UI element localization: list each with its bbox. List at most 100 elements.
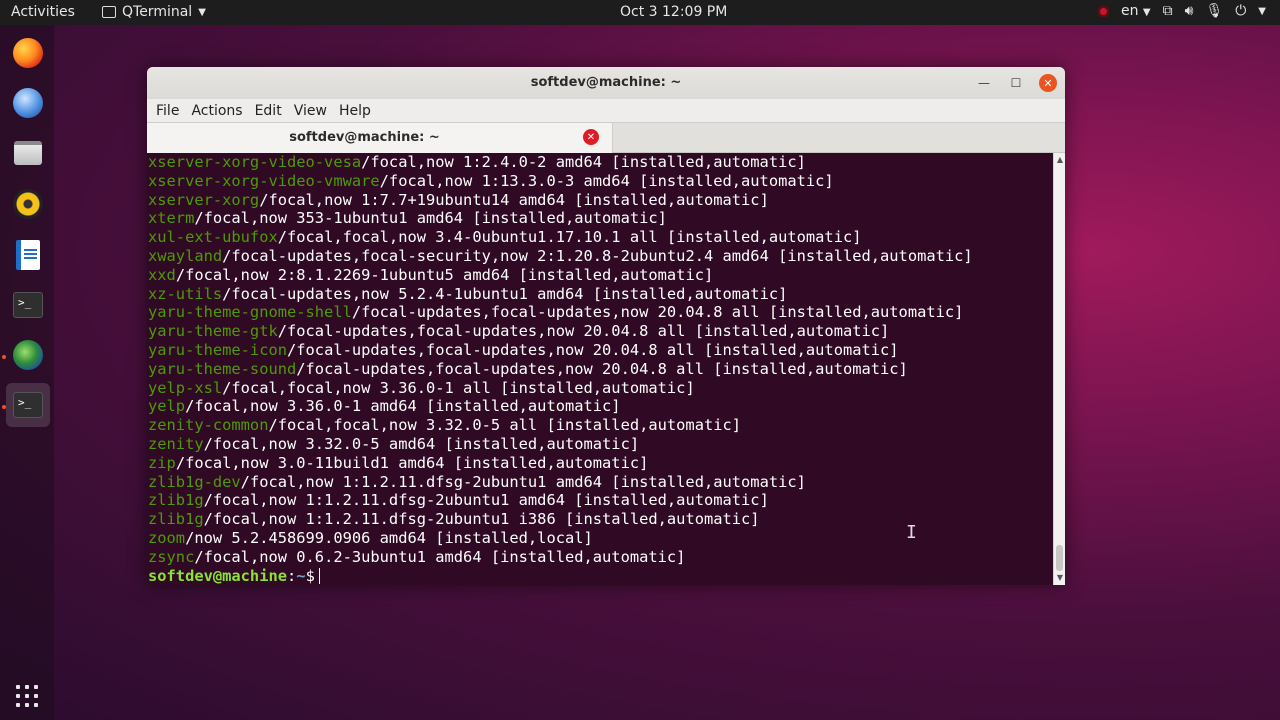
prompt-path: ~ [296, 566, 306, 585]
scroll-up-icon[interactable]: ▲ [1056, 156, 1064, 164]
package-name: xz-utils [148, 284, 223, 303]
prompt-user: softdev@machine [148, 566, 287, 585]
package-name: zlib1g-dev [148, 472, 241, 491]
terminal-line: xserver-xorg-video-vesa/focal,now 1:2.4.… [148, 153, 1053, 172]
package-name: xwayland [148, 246, 223, 265]
window-titlebar[interactable]: softdev@machine: ~ — ☐ ✕ [147, 67, 1065, 99]
network-icon[interactable]: ⧉ [1163, 3, 1173, 19]
package-name: xserver-xorg-video-vesa [148, 153, 362, 171]
menu-help[interactable]: Help [339, 103, 371, 119]
package-name: zip [148, 453, 176, 472]
terminal-line: zenity/focal,now 3.32.0-5 amd64 [install… [148, 435, 1053, 454]
terminal-scrollbar[interactable]: ▲ ▼ [1053, 153, 1065, 585]
menu-view[interactable]: View [294, 103, 327, 119]
terminal-line: yelp-xsl/focal,focal,now 3.36.0-1 all [i… [148, 379, 1053, 398]
terminal-line: zlib1g/focal,now 1:1.2.11.dfsg-2ubuntu1 … [148, 510, 1053, 529]
scrollbar-thumb[interactable] [1056, 545, 1063, 571]
terminal-line: xterm/focal,now 353-1ubuntu1 amd64 [inst… [148, 209, 1053, 228]
package-details: /focal,focal,now 3.32.0-5 all [installed… [268, 416, 742, 435]
package-details: /focal,now 2:8.1.2269-1ubuntu5 amd64 [in… [175, 265, 714, 284]
package-details: /focal,now 1:1.2.11.dfsg-2ubuntu1 i386 [… [203, 510, 760, 529]
app-menu[interactable]: QTerminal ▼ [102, 4, 206, 20]
package-details: /focal,now 0.6.2-3ubuntu1 amd64 [install… [194, 547, 686, 566]
dock-rhythmbox[interactable] [6, 182, 50, 226]
terminal-line: xserver-xorg/focal,now 1:7.7+19ubuntu14 … [148, 191, 1053, 210]
terminal-line: yelp/focal,now 3.36.0-1 amd64 [installed… [148, 397, 1053, 416]
prompt-symbol: $ [305, 566, 315, 585]
package-name: xxd [148, 265, 176, 284]
terminal-line: zip/focal,now 3.0-11build1 amd64 [instal… [148, 454, 1053, 473]
dock: >_ >_ [0, 25, 54, 720]
terminal-line: zlib1g/focal,now 1:1.2.11.dfsg-2ubuntu1 … [148, 491, 1053, 510]
dock-qterminal[interactable]: >_ [6, 383, 50, 427]
menu-edit[interactable]: Edit [255, 103, 282, 119]
dock-browser[interactable] [6, 333, 50, 377]
tab-title: softdev@machine: ~ [289, 130, 440, 145]
tab-bar: softdev@machine: ~ ✕ [147, 122, 1065, 153]
prompt-separator: : [287, 566, 297, 585]
recording-indicator-icon[interactable] [1097, 5, 1109, 17]
package-details: /focal,now 1:1.2.11.dfsg-2ubuntu1 amd64 … [240, 472, 806, 491]
show-applications-icon[interactable] [16, 685, 38, 707]
terminal-line: yaru-theme-gnome-shell/focal-updates,foc… [148, 303, 1053, 322]
dock-terminal[interactable]: >_ [6, 283, 50, 327]
tab-terminal[interactable]: softdev@machine: ~ ✕ [147, 123, 613, 153]
package-details: /focal,now 3.32.0-5 amd64 [installed,aut… [203, 434, 640, 453]
window-title: softdev@machine: ~ [530, 75, 682, 90]
terminal-line: xserver-xorg-video-vmware/focal,now 1:13… [148, 172, 1053, 191]
libreoffice-writer-icon [16, 240, 40, 270]
qterminal-icon: >_ [13, 392, 43, 418]
package-details: /focal,now 1:2.4.0-2 amd64 [installed,au… [361, 153, 806, 171]
dock-files[interactable] [6, 131, 50, 175]
firefox-icon [13, 38, 43, 68]
dock-writer[interactable] [6, 233, 50, 277]
dock-thunderbird[interactable] [6, 81, 50, 125]
mouse-ibeam-cursor-icon: I [906, 522, 917, 543]
package-name: yaru-theme-gtk [148, 322, 278, 341]
package-details: /focal-updates,focal-security,now 2:1.20… [222, 246, 973, 265]
power-icon[interactable]: ⏻ [1235, 3, 1246, 19]
chevron-down-icon[interactable]: ▼ [1258, 6, 1266, 17]
text-cursor [318, 567, 320, 584]
prompt-line: softdev@machine:~$ [148, 567, 1053, 585]
clock[interactable]: Oct 3 12:09 PM [620, 4, 727, 20]
terminal-line: zoom/now 5.2.458699.0906 amd64 [installe… [148, 529, 1053, 548]
files-icon [14, 141, 42, 165]
minimize-button[interactable]: — [975, 74, 993, 92]
app-menu-label: QTerminal [122, 4, 193, 20]
package-name: xterm [148, 209, 195, 228]
terminal-line: xwayland/focal-updates,focal-security,no… [148, 247, 1053, 266]
package-name: yaru-theme-gnome-shell [148, 303, 352, 322]
thunderbird-icon [13, 88, 43, 118]
terminal-line: zsync/focal,now 0.6.2-3ubuntu1 amd64 [in… [148, 548, 1053, 567]
globe-browser-icon [13, 340, 43, 370]
menu-file[interactable]: File [156, 103, 179, 119]
menu-bar: File Actions Edit View Help [147, 99, 1065, 122]
package-details: /focal,now 3.36.0-1 amd64 [installed,aut… [185, 397, 621, 416]
package-name: xul-ext-ubufox [148, 228, 278, 247]
package-name: zenity-common [148, 416, 269, 435]
package-details: /focal-updates,now 5.2.4-1ubuntu1 amd64 … [222, 284, 788, 303]
tab-close-icon[interactable]: ✕ [583, 129, 599, 145]
package-details: /now 5.2.458699.0906 amd64 [installed,lo… [185, 528, 593, 547]
terminal-icon: >_ [13, 292, 43, 318]
package-name: xserver-xorg [148, 190, 260, 209]
qterminal-app-icon [102, 6, 116, 18]
menu-actions[interactable]: Actions [191, 103, 242, 119]
activities-button[interactable]: Activities [11, 4, 75, 20]
dock-firefox[interactable] [6, 31, 50, 75]
language-label: en [1120, 3, 1139, 19]
package-name: yelp [148, 397, 186, 416]
chevron-down-icon: ▼ [198, 6, 206, 18]
maximize-button[interactable]: ☐ [1007, 74, 1025, 92]
microphone-icon[interactable]: 🎙︎ [1205, 3, 1223, 19]
terminal-window: softdev@machine: ~ — ☐ ✕ File Actions Ed… [147, 67, 1065, 585]
scroll-down-icon[interactable]: ▼ [1056, 574, 1064, 582]
close-button[interactable]: ✕ [1039, 74, 1057, 92]
package-details: /focal-updates,focal-updates,now 20.04.8… [351, 303, 964, 322]
volume-icon[interactable]: 🔊︎ [1185, 3, 1194, 19]
language-selector[interactable]: en ▼ [1121, 3, 1151, 19]
terminal-output[interactable]: xserver-xorg-video-vesa/focal,now 1:2.4.… [147, 153, 1053, 585]
terminal-line: yaru-theme-gtk/focal-updates,focal-updat… [148, 322, 1053, 341]
package-details: /focal-updates,focal-updates,now 20.04.8… [277, 322, 890, 341]
